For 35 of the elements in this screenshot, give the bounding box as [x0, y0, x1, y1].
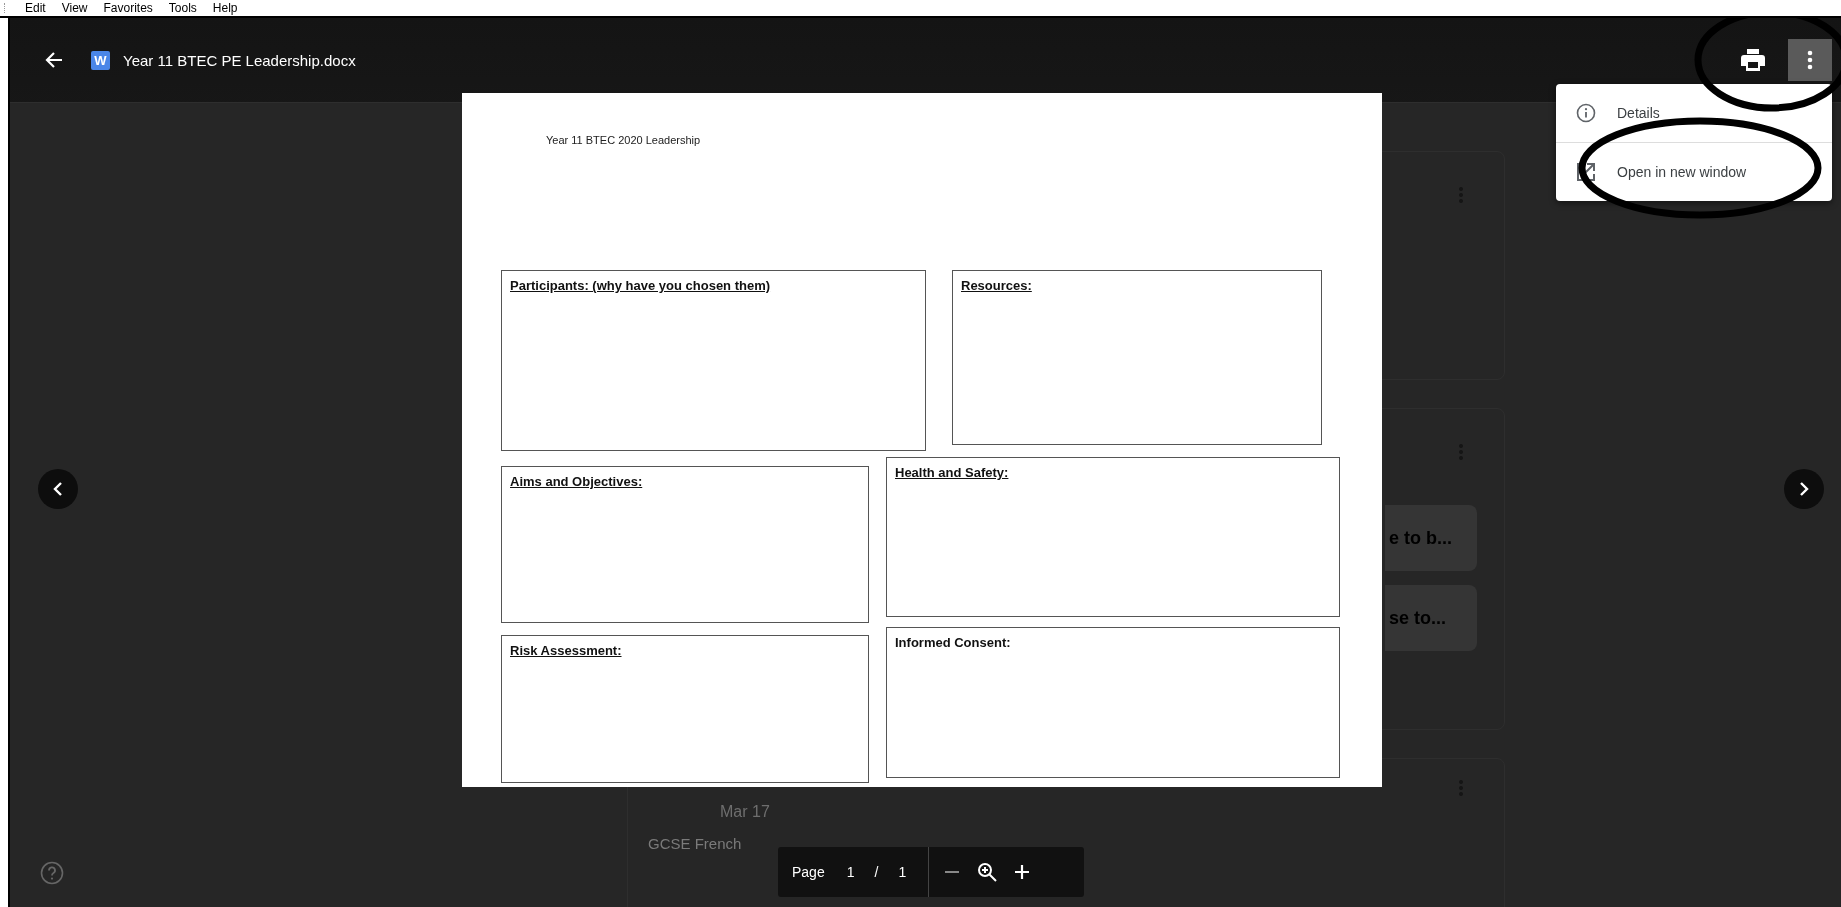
section-label: Aims and Objectives: [510, 474, 643, 489]
zoom-in-icon[interactable] [1013, 863, 1032, 881]
next-button[interactable] [1784, 469, 1824, 509]
menu-item[interactable]: Tools [168, 1, 197, 15]
menu-item[interactable]: Details [1556, 84, 1832, 142]
post-date: Mar 17 [720, 803, 770, 821]
section-label: Resources: [961, 278, 1032, 293]
file-title: Year 11 BTEC PE Leadership.docx [123, 51, 356, 69]
menu-item[interactable]: Help [212, 1, 238, 15]
menu-item[interactable]: Open in new window [1556, 143, 1832, 201]
word-file-icon: W [91, 50, 110, 70]
section-label: Participants: (why have you chosen them) [510, 278, 771, 293]
external-link-icon [1576, 162, 1596, 182]
help-icon[interactable] [40, 861, 64, 885]
class-name: GCSE French [648, 835, 743, 852]
info-icon [1576, 103, 1596, 123]
document-heading: Year 11 BTEC 2020 Leadership [546, 134, 702, 148]
page-number-field[interactable]: 1 [846, 864, 855, 880]
menu-item[interactable]: View [61, 1, 88, 15]
chevron-right-icon [1799, 482, 1809, 496]
section-label: Health and Safety: [895, 465, 1009, 480]
zoom-icon[interactable] [977, 862, 998, 882]
more-icon [1807, 50, 1813, 70]
section-label: Informed Consent: [895, 635, 1011, 650]
back-arrow-icon[interactable] [45, 52, 63, 68]
more-options-button[interactable] [1788, 39, 1832, 81]
chevron-left-icon [53, 482, 63, 496]
section-label: Risk Assessment: [510, 643, 622, 658]
previous-button[interactable] [38, 469, 78, 509]
page-separator: / [874, 864, 879, 880]
menu-item[interactable]: Favorites [103, 1, 153, 15]
page-label: Page [792, 864, 825, 880]
menu-item[interactable]: Edit [25, 1, 46, 15]
page-count: 1 [898, 864, 907, 880]
print-icon[interactable] [1741, 49, 1765, 71]
